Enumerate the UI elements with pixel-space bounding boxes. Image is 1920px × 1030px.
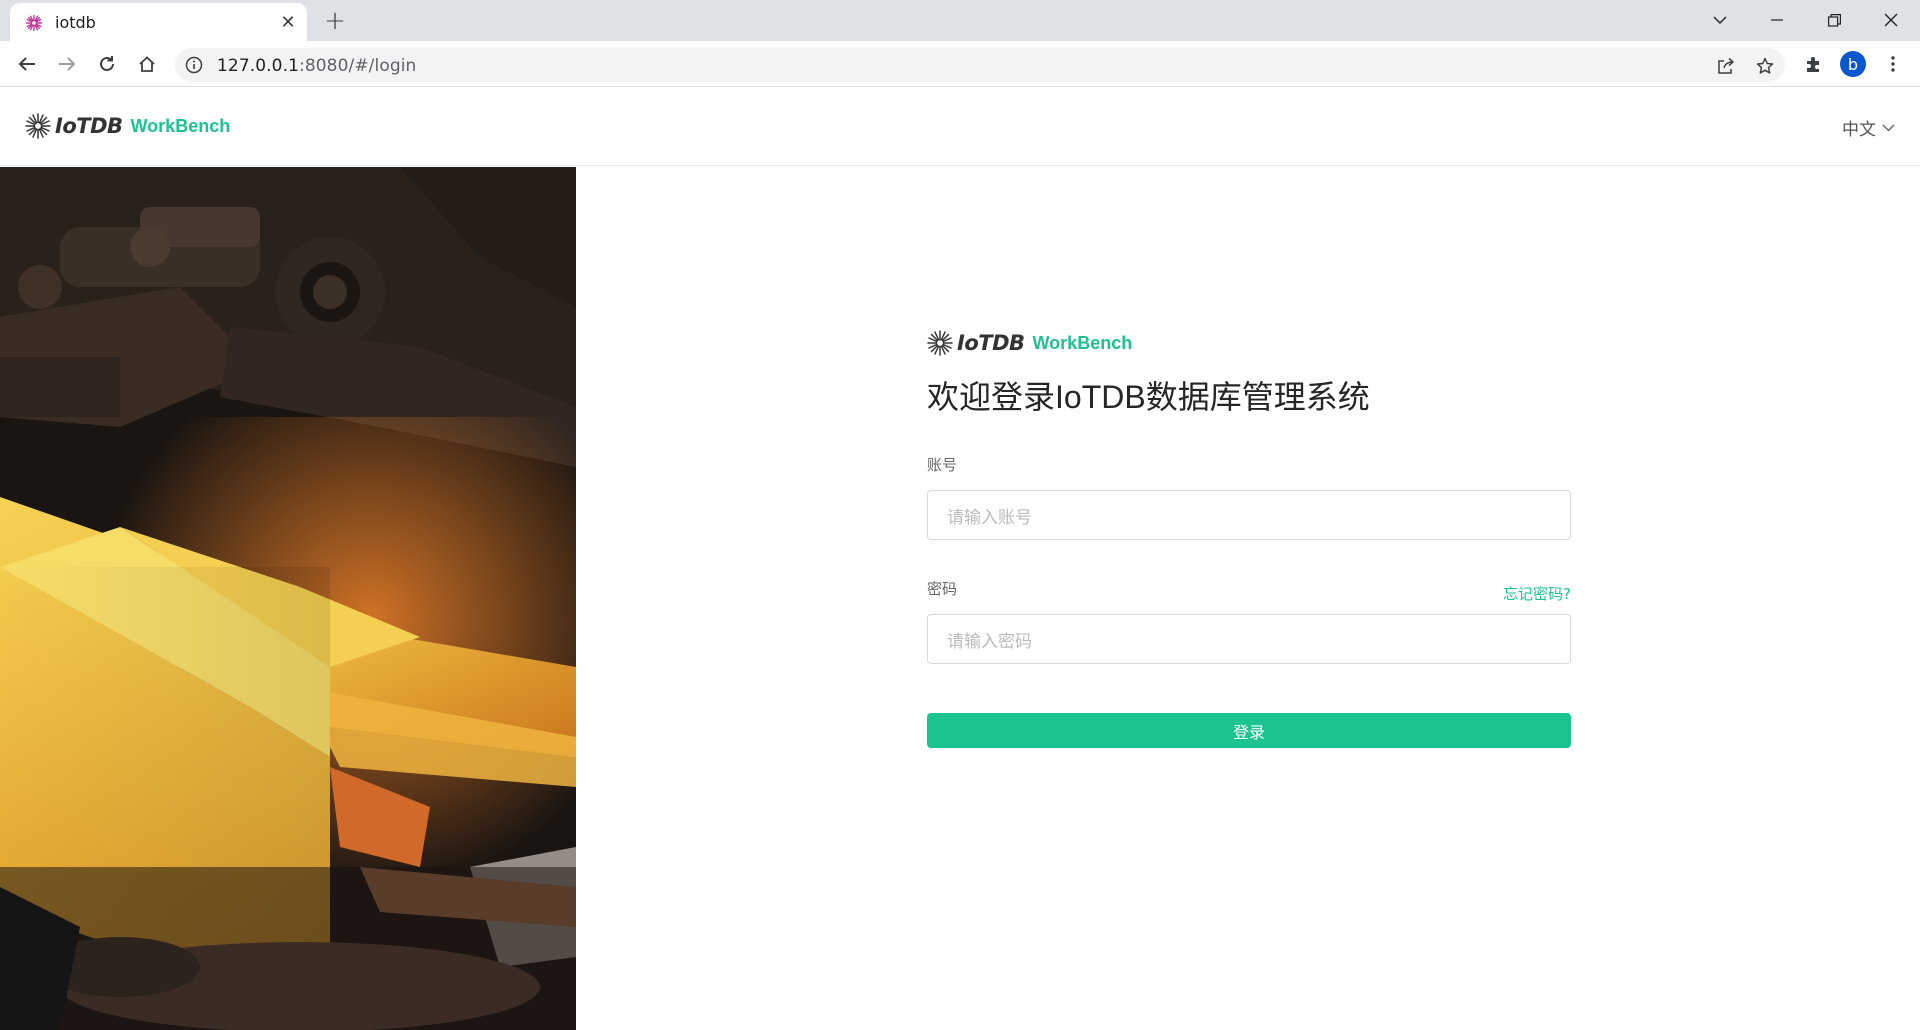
bookmark-star-icon[interactable] — [1754, 55, 1776, 77]
header-logo[interactable]: IoTDB WorkBench — [25, 113, 230, 139]
reload-icon[interactable] — [92, 49, 122, 79]
password-placeholder: 请输入密码 — [947, 631, 1032, 651]
account-placeholder: 请输入账号 — [947, 507, 1032, 527]
forward-icon[interactable] — [52, 49, 82, 79]
account-input[interactable]: 请输入账号 — [927, 490, 1571, 540]
url-path: :8080/#/login — [299, 56, 417, 76]
logo-text: IoTDB — [957, 331, 1025, 355]
new-tab-icon[interactable]: + — [322, 6, 348, 36]
tab-search-chevron-icon[interactable] — [1703, 6, 1737, 34]
close-window-icon[interactable] — [1874, 6, 1908, 34]
login-button[interactable]: 登录 — [927, 713, 1571, 748]
forgot-password-link[interactable]: 忘记密码? — [1503, 583, 1571, 604]
app-header: IoTDB WorkBench 中文 — [0, 88, 1920, 166]
browser-menu-icon[interactable] — [1878, 49, 1908, 79]
account-label: 账号 — [927, 456, 958, 474]
login-panel: IoTDB WorkBench 欢迎登录IoTDB数据库管理系统 账号 请输入账… — [927, 330, 1571, 748]
browser-tab-strip: iotdb ✕ + — [0, 0, 1920, 41]
hero-image-steel-mill — [0, 167, 576, 1030]
login-title: 欢迎登录IoTDB数据库管理系统 — [927, 379, 1370, 415]
product-name: WorkBench — [130, 115, 231, 136]
language-selector[interactable]: 中文 — [1842, 115, 1895, 140]
logo-text: IoTDB — [55, 114, 123, 138]
address-bar[interactable]: 127.0.0.1:8080/#/login — [175, 48, 1785, 82]
extensions-icon[interactable] — [1798, 49, 1828, 79]
profile-avatar[interactable]: b — [1840, 51, 1866, 77]
tab-close-icon[interactable]: ✕ — [277, 11, 299, 33]
chevron-down-icon — [1882, 124, 1895, 131]
url-text[interactable]: 127.0.0.1:8080/#/login — [217, 56, 416, 76]
password-input[interactable]: 请输入密码 — [927, 614, 1571, 664]
login-logo: IoTDB WorkBench — [927, 330, 1571, 356]
share-icon[interactable] — [1715, 55, 1737, 77]
home-icon[interactable] — [132, 49, 162, 79]
restore-icon[interactable] — [1817, 6, 1851, 34]
language-label: 中文 — [1842, 120, 1876, 140]
minimize-icon[interactable] — [1760, 6, 1794, 34]
tab-title: iotdb — [55, 13, 96, 32]
browser-tab[interactable]: iotdb ✕ — [10, 3, 307, 41]
iotdb-logo-icon — [25, 113, 51, 139]
site-info-icon[interactable] — [185, 56, 203, 74]
url-host: 127.0.0.1 — [217, 56, 300, 76]
iotdb-favicon-icon — [25, 14, 43, 32]
iotdb-logo-icon — [927, 330, 953, 356]
password-label: 密码 — [927, 580, 958, 598]
back-icon[interactable] — [12, 49, 42, 79]
browser-toolbar: 127.0.0.1:8080/#/login b — [0, 41, 1920, 87]
product-name: WorkBench — [1032, 332, 1133, 353]
